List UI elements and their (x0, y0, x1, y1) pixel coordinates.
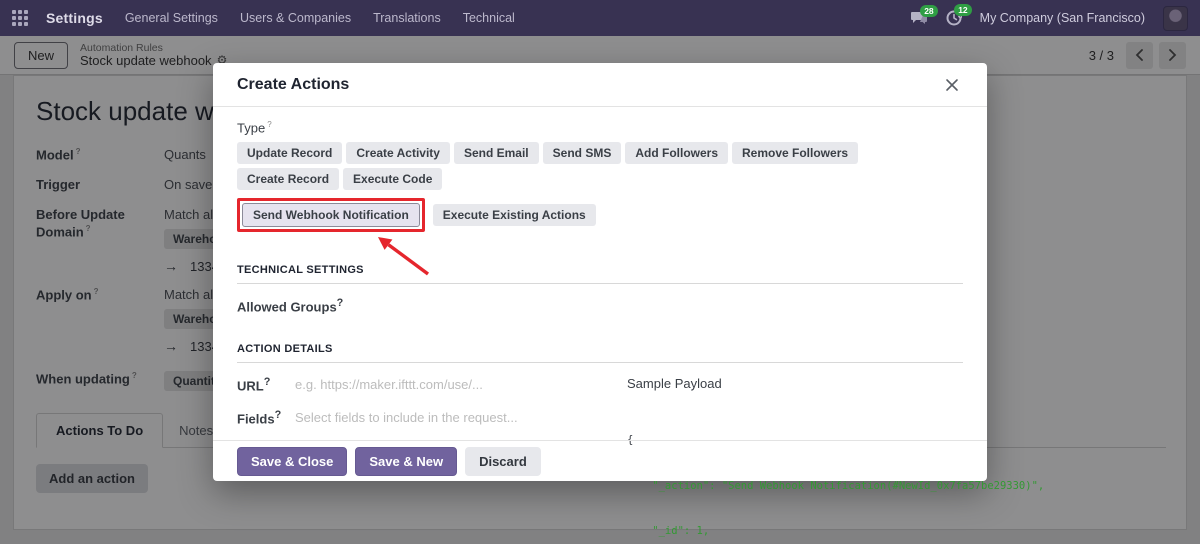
messages-button[interactable]: 28 (910, 4, 938, 26)
nav-item-users-companies[interactable]: Users & Companies (240, 11, 351, 25)
company-switcher[interactable]: My Company (San Francisco) (980, 11, 1145, 25)
nav-item-general-settings[interactable]: General Settings (125, 11, 218, 25)
apps-grid-icon[interactable] (12, 10, 28, 26)
type-selector-row-2: Send Webhook Notification Execute Existi… (237, 198, 963, 233)
help-marker: ? (274, 408, 282, 421)
fields-field-label: Fields? (237, 408, 282, 427)
type-button-add-followers[interactable]: Add Followers (625, 142, 728, 165)
type-button-execute-code[interactable]: Execute Code (343, 168, 443, 191)
activities-button[interactable]: 12 (946, 4, 972, 26)
type-button-send-webhook-notification[interactable]: Send Webhook Notification (242, 203, 420, 228)
dialog-header: Create Actions (213, 63, 987, 107)
section-action-details: ACTION DETAILS (237, 343, 963, 363)
payload-line: "_id": 1, (627, 525, 710, 538)
type-button-create-activity[interactable]: Create Activity (346, 142, 450, 165)
type-button-update-record[interactable]: Update Record (237, 142, 343, 165)
top-navbar: Settings General Settings Users & Compan… (0, 0, 1200, 36)
url-field-label: URL? (237, 375, 271, 393)
app-menu-settings[interactable]: Settings (46, 10, 103, 26)
save-and-close-button[interactable]: Save & Close (237, 446, 348, 476)
dialog-footer: Save & Close Save & New Discard (213, 440, 987, 481)
help-marker: ? (267, 120, 272, 129)
sample-payload-label: Sample Payload (627, 375, 722, 391)
type-button-remove-followers[interactable]: Remove Followers (732, 142, 859, 165)
messages-count-badge: 28 (920, 4, 938, 17)
help-marker: ? (336, 297, 344, 310)
fields-input[interactable] (295, 410, 627, 426)
close-icon (946, 78, 958, 91)
page: Settings General Settings Users & Compan… (0, 0, 1200, 544)
nav-item-technical[interactable]: Technical (463, 11, 515, 25)
red-highlight-box: Send Webhook Notification (237, 198, 425, 233)
url-input[interactable] (295, 376, 627, 392)
dialog-close-button[interactable] (941, 74, 963, 96)
user-avatar[interactable] (1163, 5, 1188, 31)
create-actions-dialog: Create Actions Type? Update Record Creat… (213, 63, 1044, 537)
type-button-execute-existing-actions[interactable]: Execute Existing Actions (432, 204, 596, 227)
section-technical-settings: TECHNICAL SETTINGS (237, 264, 963, 285)
type-field-label: Type? (237, 120, 272, 136)
type-button-send-email[interactable]: Send Email (453, 142, 539, 165)
payload-line: "_action": "Send Webhook Notification(#N… (627, 479, 1045, 492)
activities-count-badge: 12 (954, 4, 972, 17)
nav-item-translations[interactable]: Translations (373, 11, 441, 25)
dialog-title: Create Actions (237, 75, 350, 93)
save-and-new-button[interactable]: Save & New (355, 446, 458, 476)
allowed-groups-label: Allowed Groups? (237, 297, 344, 315)
discard-button[interactable]: Discard (465, 446, 541, 476)
type-button-create-record[interactable]: Create Record (237, 168, 340, 191)
type-selector-row-1: Update Record Create Activity Send Email… (237, 142, 963, 191)
help-marker: ? (263, 375, 271, 388)
type-button-send-sms[interactable]: Send SMS (542, 142, 622, 165)
